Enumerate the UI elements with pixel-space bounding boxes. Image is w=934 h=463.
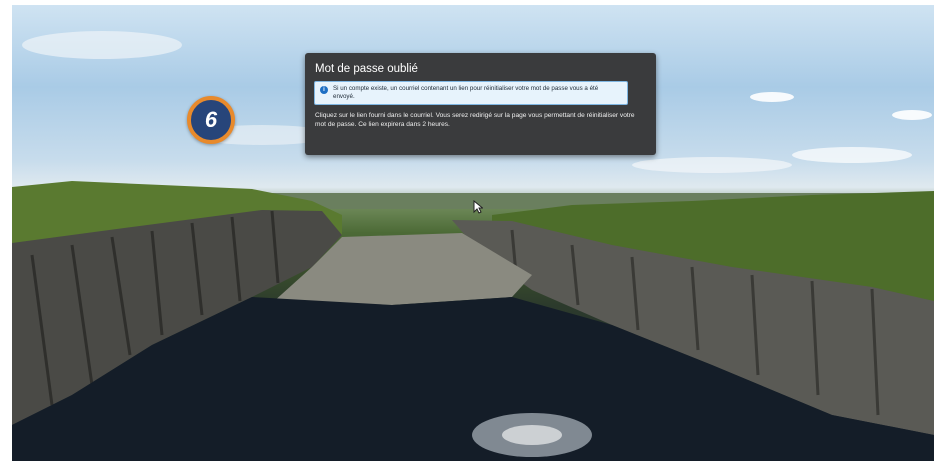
dialog-title: Mot de passe oublié	[315, 63, 418, 75]
dialog-body-text: Cliquez sur le lien fourni dans le courr…	[315, 112, 635, 128]
forgot-password-dialog: Mot de passe oublié i Si un compte exist…	[305, 53, 656, 155]
mouse-cursor-icon	[473, 200, 483, 214]
step-number: 6	[204, 107, 218, 132]
info-message-text: Si un compte existe, un courriel contena…	[333, 85, 599, 100]
step-number-badge: 6	[187, 96, 235, 144]
info-message-box: i Si un compte existe, un courriel conte…	[314, 81, 628, 105]
info-icon: i	[320, 86, 328, 94]
